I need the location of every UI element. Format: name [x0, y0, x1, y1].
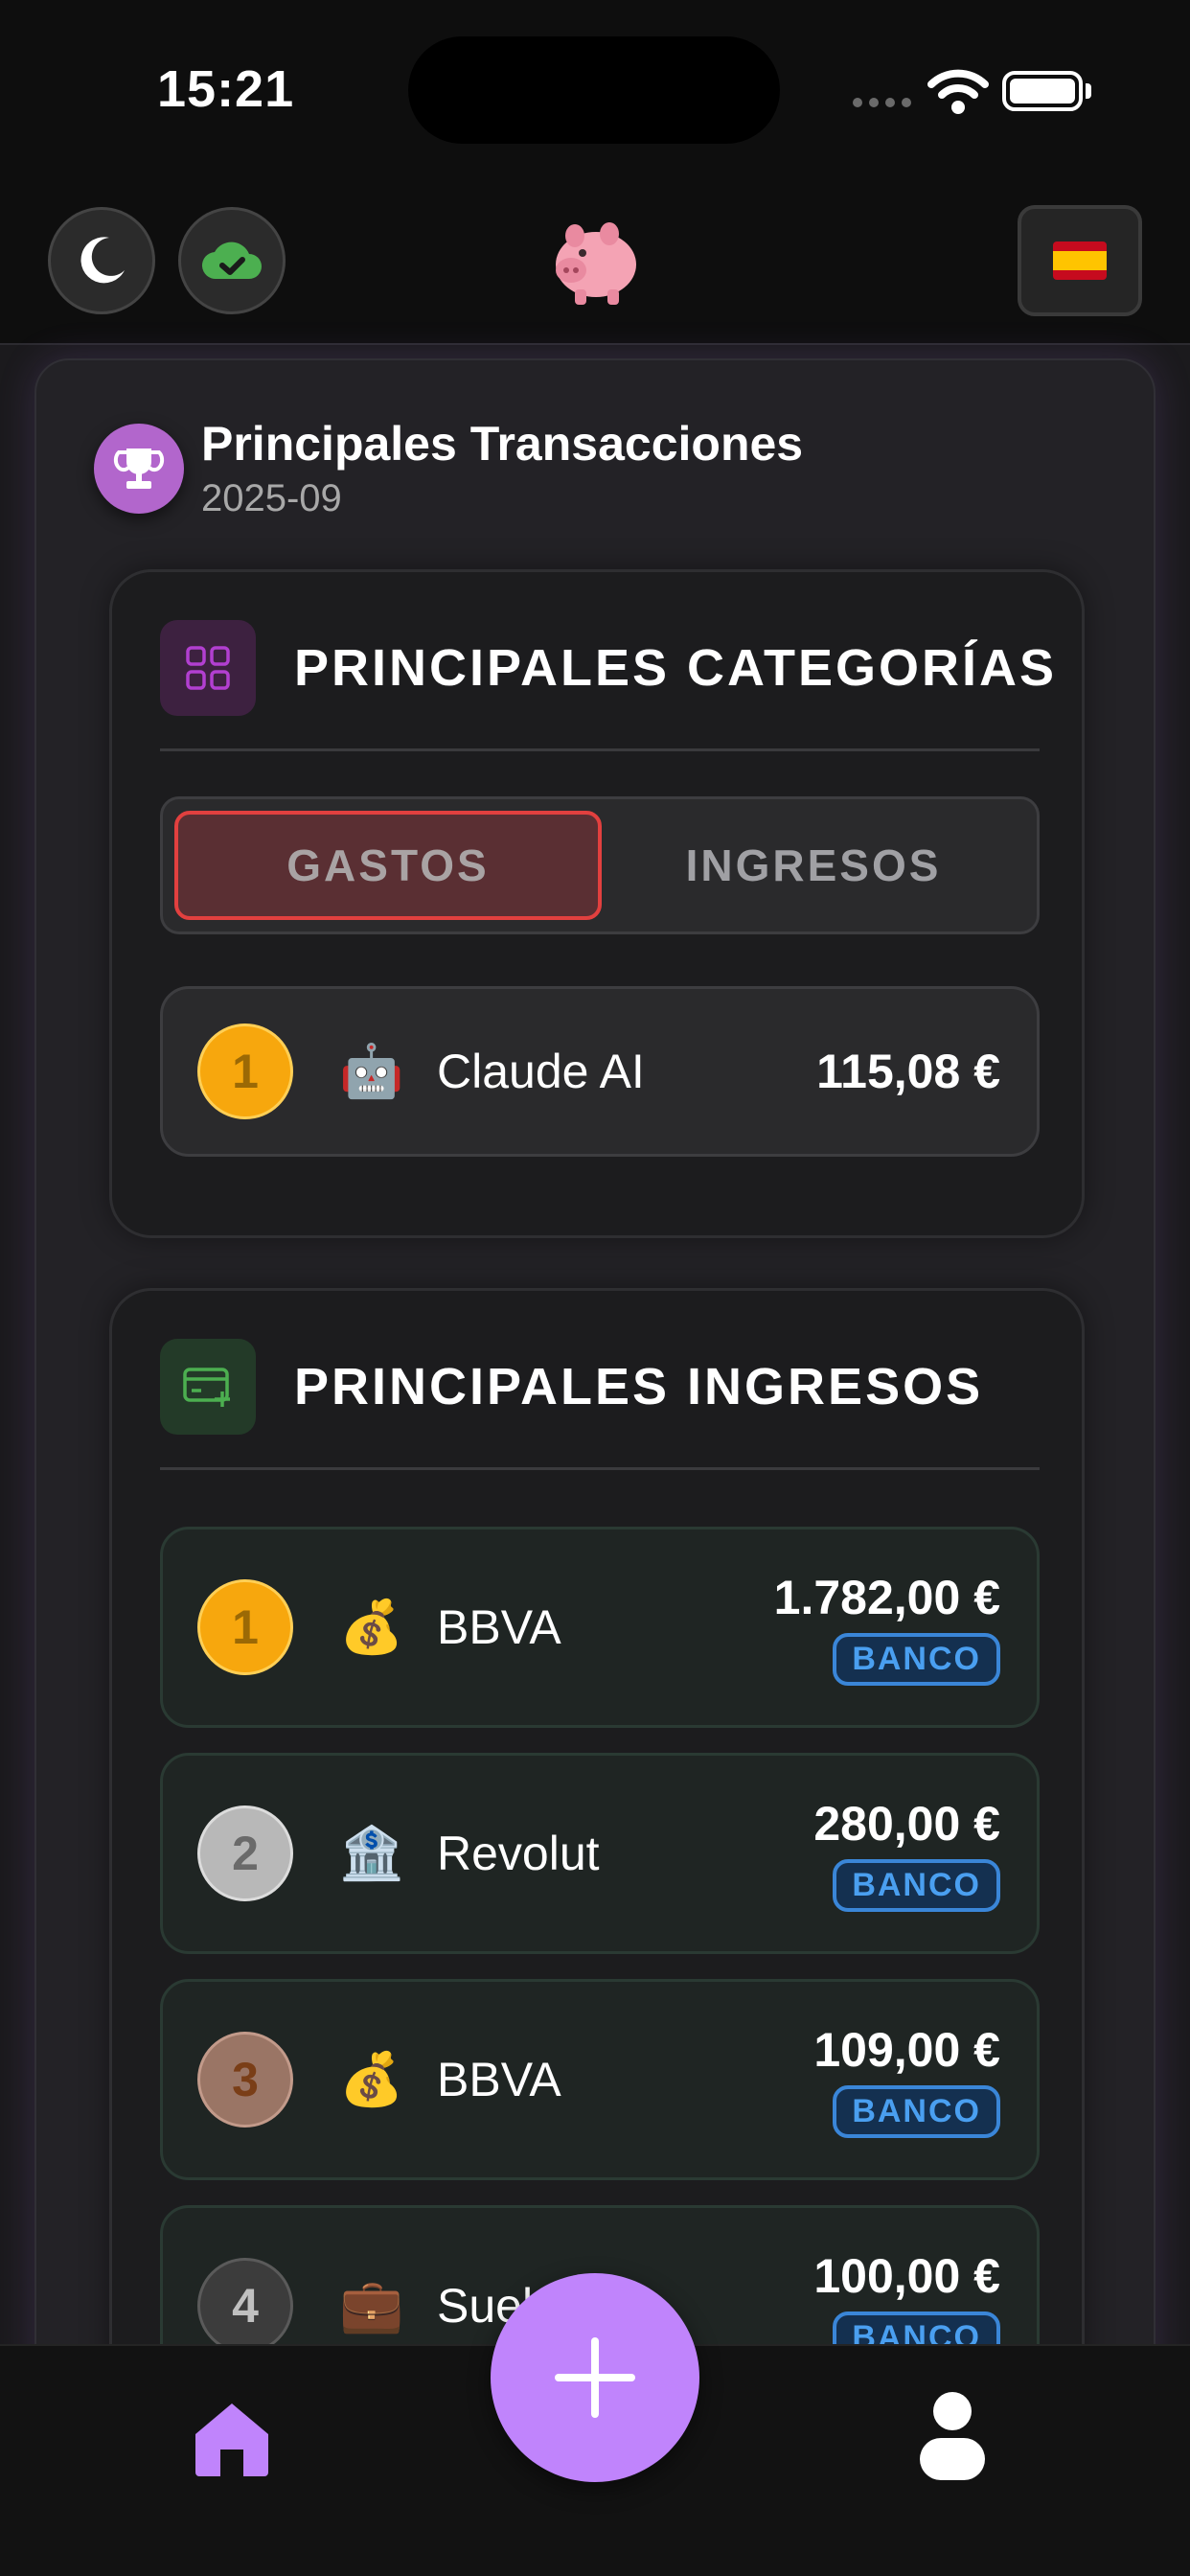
- wifi-icon: [927, 69, 989, 114]
- cloud-check-icon: [201, 242, 262, 280]
- rank-badge: 2: [197, 1806, 293, 1901]
- income-name: BBVA: [437, 1600, 561, 1654]
- dynamic-island: [408, 36, 780, 144]
- battery-tip: [1086, 83, 1091, 99]
- income-row[interactable]: 3 💰 BBVA 109,00 € BANCO: [160, 1979, 1040, 2180]
- moon-icon: [80, 237, 125, 284]
- spain-flag-icon: [1053, 242, 1107, 280]
- account-type-badge: BANCO: [833, 1859, 1000, 1912]
- tab-gastos[interactable]: GASTOS: [174, 811, 602, 920]
- income-name: BBVA: [437, 2053, 561, 2106]
- income-amount: 280,00 €: [813, 1797, 1000, 1851]
- type-segmented-control: GASTOS INGRESOS: [160, 796, 1040, 934]
- income-amount: 100,00 €: [813, 2249, 1000, 2303]
- top-transactions-card: Principales Transacciones 2025-09 PRINCI…: [34, 358, 1156, 2576]
- income-amount: 109,00 €: [813, 2023, 1000, 2077]
- rank-badge: 1: [197, 1024, 293, 1119]
- category-name: Claude AI: [437, 1045, 645, 1098]
- trophy-icon: [94, 423, 184, 514]
- category-row[interactable]: 1 🤖 Claude AI 115,08 €: [160, 986, 1040, 1157]
- add-transaction-button[interactable]: [491, 2273, 699, 2482]
- top-categories-section: PRINCIPALES CATEGORÍAS GASTOS INGRESOS 1…: [109, 569, 1085, 1238]
- income-row[interactable]: 1 💰 BBVA 1.782,00 € BANCO: [160, 1527, 1040, 1728]
- grid-icon: [160, 620, 256, 716]
- home-icon[interactable]: [190, 2398, 274, 2478]
- divider: [160, 1467, 1040, 1470]
- rank-badge: 1: [197, 1579, 293, 1675]
- signal-icon: [853, 98, 911, 107]
- app-screen: 15:21 Principales Transacciones 2025-09 …: [0, 0, 1190, 2576]
- categories-title: PRINCIPALES CATEGORÍAS: [294, 639, 1058, 697]
- sync-status-button[interactable]: [178, 207, 286, 314]
- theme-toggle-button[interactable]: [48, 207, 155, 314]
- account-type-badge: BANCO: [833, 2085, 1000, 2138]
- user-icon[interactable]: [916, 2390, 989, 2482]
- money-bag-icon: 💰: [339, 1598, 404, 1656]
- language-button[interactable]: [1018, 205, 1142, 316]
- rank-badge: 4: [197, 2258, 293, 2354]
- money-bag-icon: 💰: [339, 2051, 404, 2108]
- divider: [160, 748, 1040, 751]
- account-type-badge: BANCO: [833, 1633, 1000, 1686]
- income-amount: 1.782,00 €: [773, 1571, 1000, 1624]
- card-header: Principales Transacciones 2025-09: [94, 416, 803, 520]
- category-amount: 115,08 €: [816, 1045, 1000, 1098]
- income-row[interactable]: 2 🏦 Revolut 280,00 € BANCO: [160, 1753, 1040, 1954]
- top-bar: 15:21: [0, 0, 1190, 345]
- rank-badge: 3: [197, 2032, 293, 2128]
- income-name: Revolut: [437, 1827, 600, 1880]
- card-title: Principales Transacciones: [201, 417, 804, 471]
- robot-icon: 🤖: [339, 1043, 404, 1100]
- bank-icon: 🏦: [339, 1825, 404, 1882]
- plus-icon: [555, 2337, 635, 2418]
- card-period: 2025-09: [201, 477, 342, 519]
- incomes-title: PRINCIPALES INGRESOS: [294, 1358, 984, 1415]
- piggy-bank-icon: [556, 222, 636, 305]
- card-add-icon: [160, 1339, 256, 1435]
- battery-icon: [1002, 71, 1083, 111]
- tab-ingresos[interactable]: INGRESOS: [600, 811, 1027, 920]
- briefcase-icon: 💼: [339, 2277, 404, 2334]
- status-time: 15:21: [157, 60, 295, 118]
